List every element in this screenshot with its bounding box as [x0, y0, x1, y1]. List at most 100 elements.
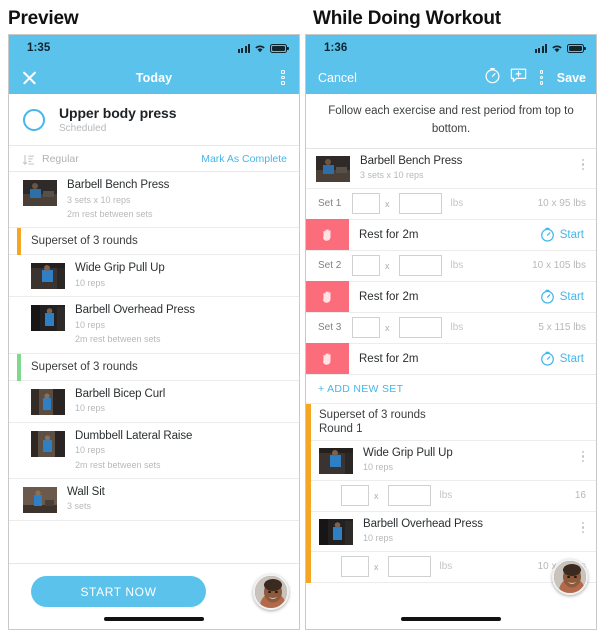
units-label: lbs	[450, 322, 464, 334]
navigation-bar: Today	[9, 61, 299, 94]
multiply-symbol: x	[374, 490, 379, 501]
timer-icon	[540, 289, 554, 304]
workout-header: Upper body press Scheduled	[9, 94, 299, 146]
user-avatar[interactable]	[253, 574, 289, 610]
circle-checkbox-icon[interactable]	[23, 108, 45, 131]
bench-press-thumbnail	[23, 180, 57, 206]
stop-hand-icon	[306, 343, 349, 375]
previous-set-value: 10 x 95 lbs	[537, 198, 586, 210]
add-new-set-button[interactable]: + ADD NEW SET	[306, 374, 596, 404]
timer-icon	[540, 227, 554, 242]
list-item[interactable]: Dumbbell Lateral Raise 10 reps 2m rest b…	[9, 422, 299, 479]
weight-input[interactable]	[398, 255, 442, 277]
set-row: Set 3 x lbs 5 x 115 lbs	[306, 312, 596, 344]
exercise-meta-2: 2m rest between sets	[67, 209, 153, 220]
sort-descending-icon[interactable]	[22, 153, 35, 165]
exercise-name: Barbell Overhead Press	[75, 304, 195, 317]
battery-icon	[567, 43, 586, 53]
superset-group: Superset of 3 rounds Wide Grip Pull Up 1…	[9, 228, 299, 354]
weight-input[interactable]	[387, 556, 431, 578]
previous-set-value: 5 x 115 lbs	[538, 322, 586, 334]
battery-icon	[270, 43, 289, 53]
set-label: Set 2	[318, 260, 342, 272]
cancel-button[interactable]: Cancel	[318, 71, 357, 85]
kebab-menu-icon[interactable]	[277, 69, 289, 86]
workout-panel-title: While Doing Workout	[313, 8, 501, 29]
sort-bar: Regular Mark As Complete	[9, 146, 299, 172]
overhead-press-thumbnail	[319, 518, 353, 545]
kebab-menu-icon[interactable]	[578, 521, 588, 534]
multiply-symbol: x	[385, 260, 390, 271]
exercise-header-row[interactable]: Wide Grip Pull Up 10 reps	[306, 440, 596, 481]
exercise-meta-2: 2m rest between sets	[75, 459, 161, 470]
units-label: lbs	[439, 561, 453, 573]
pull-up-thumbnail	[319, 447, 353, 474]
exercise-name: Barbell Bench Press	[67, 179, 170, 191]
preview-phone-frame: 1:35 Today Upper body press Scheduled Re…	[8, 34, 300, 630]
rest-start-button[interactable]: Start	[540, 289, 584, 304]
exercise-meta: 10 reps	[363, 462, 394, 473]
list-item[interactable]: Wide Grip Pull Up 10 reps	[9, 255, 299, 298]
reps-input[interactable]	[352, 255, 380, 277]
bicep-curl-thumbnail	[31, 388, 65, 415]
exercise-header-texts: Barbell Bench Press 3 sets x 10 reps	[360, 155, 462, 182]
weight-input[interactable]	[387, 485, 431, 507]
rest-row: Rest for 2m Start	[306, 219, 596, 251]
units-label: lbs	[450, 260, 464, 272]
nav-right-actions: Save	[484, 67, 586, 89]
exercise-meta-1: 10 reps	[75, 319, 106, 330]
stopwatch-icon[interactable]	[484, 67, 501, 89]
rest-row: Rest for 2m Start	[306, 281, 596, 313]
home-indicator	[401, 617, 501, 621]
mark-as-complete-button[interactable]: Mark As Complete	[201, 153, 287, 165]
list-item[interactable]: Barbell Bench Press 3 sets x 10 reps 2m …	[9, 172, 299, 229]
status-time: 1:35	[27, 42, 51, 54]
set-row: x lbs 16	[306, 480, 596, 512]
superset-color-bar	[306, 403, 311, 583]
kebab-menu-icon[interactable]	[578, 158, 588, 171]
exercise-header-row[interactable]: Barbell Bench Press 3 sets x 10 reps	[306, 148, 596, 189]
workout-status: Scheduled	[59, 123, 107, 134]
start-now-button[interactable]: START NOW	[31, 576, 206, 607]
rest-start-button[interactable]: Start	[540, 227, 584, 242]
status-bar: 1:35	[9, 35, 299, 61]
exercise-header-texts: Wide Grip Pull Up 10 reps	[363, 447, 453, 474]
exercise-header-row[interactable]: Barbell Overhead Press 10 reps	[306, 511, 596, 552]
set-row: Set 1 x lbs 10 x 95 lbs	[306, 188, 596, 220]
save-button[interactable]: Save	[557, 71, 586, 85]
reps-input[interactable]	[352, 193, 380, 215]
exercise-name: Dumbbell Lateral Raise	[75, 429, 193, 442]
user-avatar[interactable]	[552, 559, 588, 595]
set-row: Set 2 x lbs 10 x 105 lbs	[306, 250, 596, 282]
weight-input[interactable]	[398, 317, 442, 339]
exercise-meta: 3 sets x 10 reps	[360, 170, 424, 181]
reps-input[interactable]	[341, 485, 369, 507]
screenshot-root: Preview 1:35 Today Upper body press Sche…	[0, 0, 602, 634]
kebab-menu-icon[interactable]	[536, 69, 548, 86]
list-item-texts: Dumbbell Lateral Raise 10 reps 2m rest b…	[75, 430, 192, 471]
reps-input[interactable]	[341, 556, 369, 578]
list-item[interactable]: Barbell Overhead Press 10 reps 2m rest b…	[9, 297, 299, 354]
list-item-texts: Wall Sit 3 sets	[67, 486, 105, 513]
kebab-menu-icon[interactable]	[578, 450, 588, 463]
close-icon[interactable]	[21, 69, 38, 86]
list-item[interactable]: Wall Sit 3 sets	[9, 478, 299, 521]
wifi-icon	[254, 44, 266, 53]
weight-input[interactable]	[398, 193, 442, 215]
wifi-icon	[551, 44, 563, 53]
reps-input[interactable]	[352, 317, 380, 339]
pull-up-thumbnail	[31, 263, 65, 290]
superset-heading: Superset of 3 rounds	[306, 403, 596, 423]
rest-start-label: Start	[559, 352, 584, 365]
rest-start-button[interactable]: Start	[540, 351, 584, 366]
bench-press-thumbnail	[316, 155, 350, 182]
exercise-name: Barbell Bench Press	[360, 154, 463, 167]
preview-footer: START NOW	[9, 563, 299, 629]
list-item[interactable]: Barbell Bicep Curl 10 reps	[9, 380, 299, 423]
rest-row: Rest for 2m Start	[306, 343, 596, 375]
superset-group: Superset of 3 rounds Round 1 Wide Grip P…	[306, 403, 596, 583]
rest-label: Rest for 2m	[359, 228, 419, 241]
add-note-icon[interactable]	[510, 67, 527, 88]
wall-sit-thumbnail	[23, 486, 57, 513]
multiply-symbol: x	[385, 322, 390, 333]
